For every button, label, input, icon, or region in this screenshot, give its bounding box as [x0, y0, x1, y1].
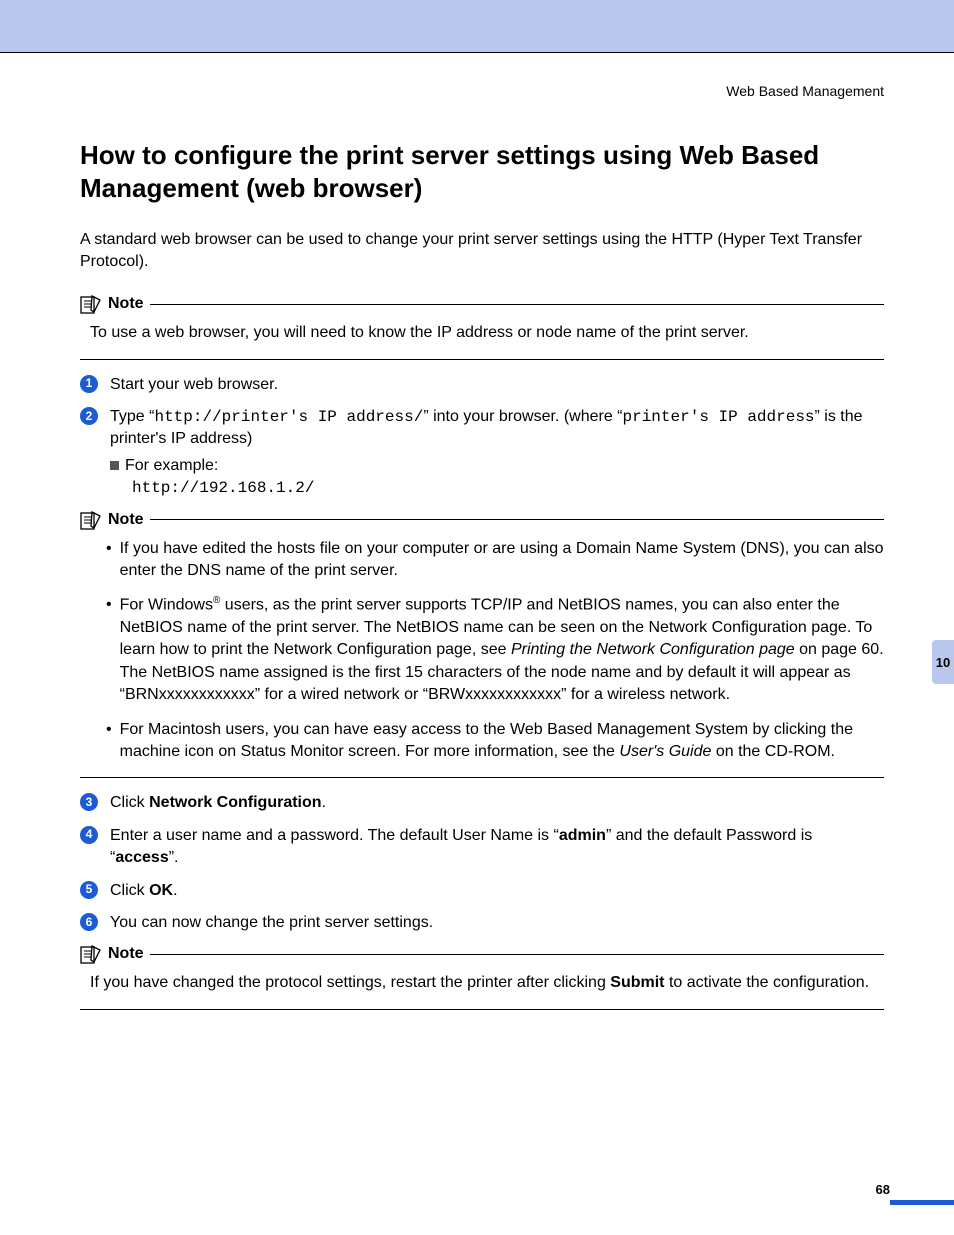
footer-accent: [890, 1200, 954, 1205]
step-5-text: Click OK.: [110, 880, 884, 902]
step-number-icon: 1: [80, 375, 98, 393]
section-header-label: Web Based Management: [80, 83, 884, 99]
note-icon: [80, 294, 102, 314]
step-3: 3 Click Network Configuration.: [80, 792, 884, 814]
step-4-text: Enter a user name and a password. The de…: [110, 825, 884, 870]
note-icon: [80, 510, 102, 530]
intro-paragraph: A standard web browser can be used to ch…: [80, 229, 884, 272]
step-6: 6 You can now change the print server se…: [80, 912, 884, 934]
note-block-1: Note To use a web browser, you will need…: [80, 294, 884, 359]
step-2: 2 Type “http://printer's IP address/” in…: [80, 406, 884, 500]
note-block-3: Note If you have changed the protocol se…: [80, 944, 884, 1009]
step-2-text: Type “http://printer's IP address/” into…: [110, 408, 863, 447]
note-2-bullet-2: For Windows® users, as the print server …: [120, 594, 884, 706]
step-3-text: Click Network Configuration.: [110, 792, 884, 814]
step-number-icon: 2: [80, 407, 98, 425]
note-icon: [80, 944, 102, 964]
note-label: Note: [108, 295, 144, 313]
step-5: 5 Click OK.: [80, 880, 884, 902]
note-1-body: To use a web browser, you will need to k…: [80, 322, 884, 344]
step-number-icon: 6: [80, 913, 98, 931]
step-1-text: Start your web browser.: [110, 374, 884, 396]
step-number-icon: 4: [80, 826, 98, 844]
note-2-bullet-3: For Macintosh users, you can have easy a…: [120, 719, 884, 764]
step-6-text: You can now change the print server sett…: [110, 912, 884, 934]
step-2-example-code: http://192.168.1.2/: [132, 477, 884, 499]
top-bar: [0, 0, 954, 53]
step-2-example-label: For example:: [110, 455, 884, 477]
chapter-tab: 10: [932, 640, 954, 684]
page-number: 68: [876, 1182, 890, 1197]
page-title: How to configure the print server settin…: [80, 139, 884, 204]
step-number-icon: 3: [80, 793, 98, 811]
step-1: 1 Start your web browser.: [80, 374, 884, 396]
note-label: Note: [108, 511, 144, 529]
note-label: Note: [108, 945, 144, 963]
note-block-2: Note If you have edited the hosts file o…: [80, 510, 884, 779]
step-4: 4 Enter a user name and a password. The …: [80, 825, 884, 870]
note-3-body: If you have changed the protocol setting…: [80, 972, 884, 994]
step-number-icon: 5: [80, 881, 98, 899]
note-2-bullet-1: If you have edited the hosts file on you…: [120, 538, 884, 583]
